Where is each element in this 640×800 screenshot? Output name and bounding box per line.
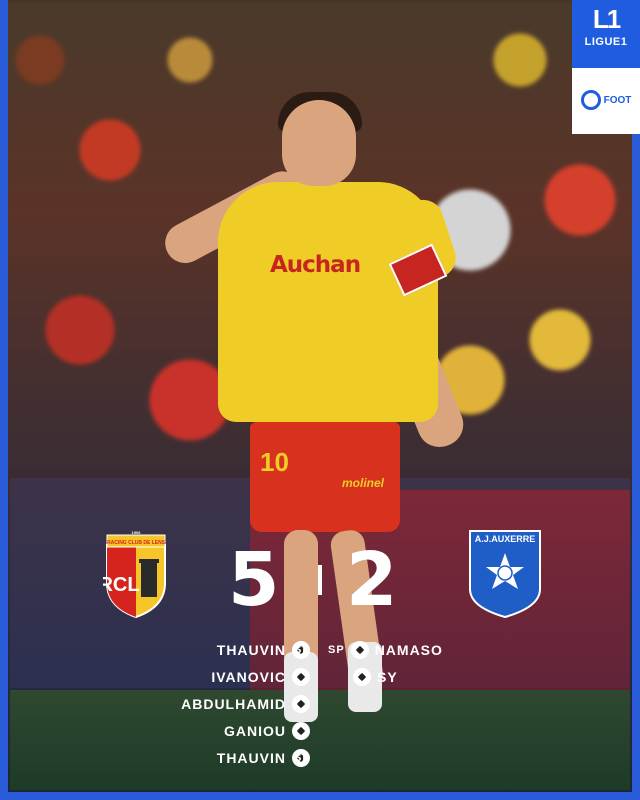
ligue1-logo-icon: L1 [592, 4, 621, 34]
football-icon [292, 668, 310, 686]
scorer-name: ABDULHAMID [181, 696, 286, 712]
jersey-sponsor: Auchan [270, 252, 361, 278]
home-score: 5 [228, 537, 280, 623]
left-border [0, 0, 8, 800]
scorer-tag: SP [328, 644, 345, 656]
broadcaster-logo-icon [580, 90, 601, 110]
scorer-name: GANIOU [224, 723, 286, 739]
shorts-number: 10 [260, 447, 289, 477]
scorer-tag: SP [294, 644, 311, 656]
scorer-name: THAUVIN [216, 750, 286, 766]
ligue1-badge: L1 LIGUE1 [572, 0, 640, 68]
football-icon [292, 695, 310, 713]
home-scorer-row: IVANOVIC [211, 667, 310, 687]
football-icon [292, 722, 310, 740]
scorer-name: NAMASO [374, 642, 443, 658]
player-head [282, 100, 356, 186]
bottom-border [0, 792, 640, 800]
broadcaster-label: FOOT [603, 94, 632, 106]
football-icon [353, 668, 371, 686]
svg-text:RACING CLUB DE LENS: RACING CLUB DE LENS [107, 540, 166, 546]
scorer-name: THAUVIN [216, 642, 286, 658]
scorer-name: SY [377, 669, 398, 685]
svg-text:RCL: RCL [103, 574, 140, 596]
home-scorer-row: GANIOU [224, 721, 310, 741]
ligue1-label: LIGUE1 [584, 36, 628, 48]
away-scorer-row: SP NAMASO [328, 640, 443, 660]
match-result-graphic: Auchan 10 molinel L1 LIGUE1 FOOT RACING … [0, 0, 640, 800]
aj-auxerre-crest-icon: A.J.AUXERRE [469, 530, 541, 619]
score-separator [318, 565, 322, 595]
football-icon [350, 641, 369, 659]
away-scorer-row: SY [353, 667, 398, 687]
rc-lens-crest-icon: RACING CLUB DE LENS 1906 RCL [103, 531, 166, 619]
svg-text:A.J.AUXERRE: A.J.AUXERRE [475, 534, 536, 544]
svg-text:1906: 1906 [132, 531, 142, 535]
home-scorer-row: ABDULHAMID [181, 694, 310, 714]
away-score: 2 [346, 537, 398, 623]
shorts-brand: molinel [342, 476, 385, 490]
broadcaster-badge: FOOT [572, 68, 640, 134]
scorer-tag: SP [294, 752, 311, 764]
scorer-name: IVANOVIC [211, 669, 286, 685]
